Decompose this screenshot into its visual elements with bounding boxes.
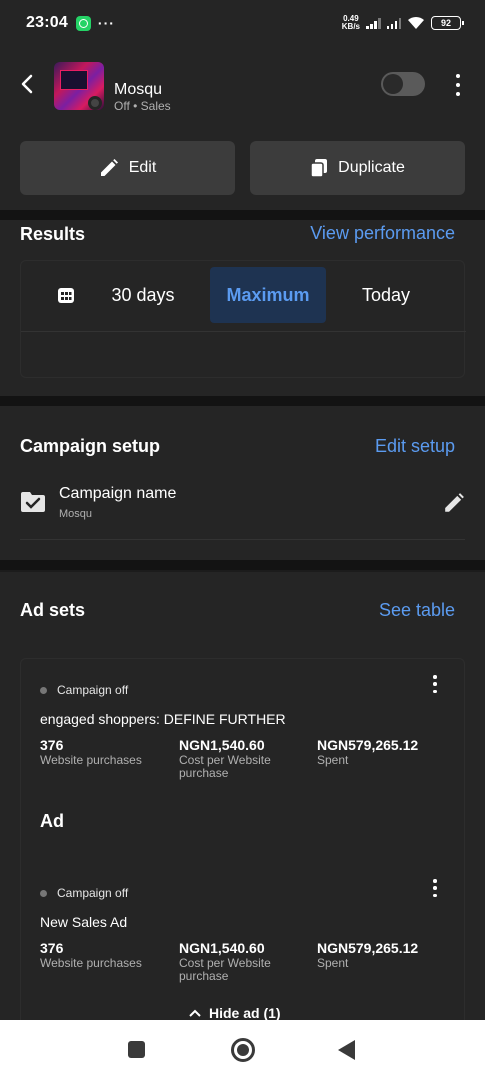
edit-label: Edit: [128, 159, 157, 176]
more-vertical-icon[interactable]: [429, 879, 441, 897]
campaign-name-value: Mosqu: [59, 508, 93, 520]
more-vertical-icon[interactable]: [448, 72, 468, 98]
signal-2-icon: [386, 17, 401, 29]
metric-spent: NGN579,265.12 Spent: [317, 940, 457, 970]
pencil-icon[interactable]: [443, 492, 465, 514]
ad-sets-title: Ad sets: [20, 600, 86, 620]
edit-setup-link[interactable]: Edit setup: [375, 436, 455, 457]
ad-set-status-text: Campaign off: [57, 683, 129, 697]
ad-status-text: Campaign off: [57, 886, 129, 900]
back-arrow-icon[interactable]: [16, 72, 40, 96]
see-table-link[interactable]: See table: [379, 600, 455, 621]
system-nav-bar: [0, 1020, 485, 1080]
metric-value: NGN1,540.60: [179, 940, 265, 956]
metric-value: NGN1,540.60: [179, 737, 265, 753]
campaign-title: Mosqu: [114, 81, 163, 98]
calendar-icon[interactable]: [51, 267, 81, 323]
status-dot-icon: [40, 889, 47, 897]
more-vertical-icon[interactable]: [429, 675, 441, 693]
metric-value: NGN579,265.12: [317, 737, 419, 753]
ad-heading: Ad: [40, 811, 64, 831]
results-section: Results View performance 30 days Maximum…: [0, 220, 485, 396]
edit-button[interactable]: Edit: [20, 141, 235, 195]
duplicate-button[interactable]: Duplicate: [250, 141, 465, 195]
metric-cost-per-purchase: NGN1,540.60 Cost per Website purchase: [179, 737, 319, 780]
tab-30-days[interactable]: 30 days: [103, 267, 183, 323]
metric-value: NGN579,265.12: [317, 940, 419, 956]
ad-set-card[interactable]: Campaign off engaged shoppers: DEFINE FU…: [20, 658, 465, 1038]
setup-divider: [20, 539, 465, 540]
view-performance-link[interactable]: View performance: [310, 223, 455, 244]
date-range-tabs: 30 days Maximum Today: [21, 267, 466, 323]
metric-label: Cost per Website purchase: [179, 753, 271, 780]
section-divider: [0, 396, 485, 406]
hide-ad-label: Hide ad (1): [209, 1005, 281, 1021]
metric-value: 376: [40, 737, 64, 753]
chevron-up-icon: [189, 1009, 201, 1017]
status-dot-icon: [40, 686, 47, 694]
recent-apps-icon[interactable]: [128, 1041, 145, 1058]
metric-label: Spent: [317, 956, 349, 970]
action-row: Edit Duplicate: [0, 130, 485, 214]
ad-set-name: engaged shoppers: DEFINE FURTHER: [40, 711, 286, 727]
ad-sets-section: Ad sets See table Campaign off engaged s…: [0, 572, 485, 1038]
signal-icon: [366, 17, 381, 29]
metric-label: Website purchases: [40, 956, 142, 970]
status-bar: 23:04 ··· 0.49 KB/s 92: [0, 0, 485, 46]
metric-purchases: 376 Website purchases: [40, 737, 180, 767]
back-icon[interactable]: [338, 1040, 355, 1060]
campaign-subtitle: Off • Sales: [114, 99, 171, 113]
battery-icon: 92: [431, 16, 464, 30]
results-title: Results: [20, 224, 86, 244]
folder-check-icon: [21, 492, 45, 512]
campaign-name-label: Campaign name: [59, 485, 177, 502]
network-speed-unit: KB/s: [341, 22, 360, 31]
results-card: 30 days Maximum Today: [20, 260, 466, 378]
section-divider: [0, 560, 485, 570]
metric-value: 376: [40, 940, 64, 956]
metric-spent: NGN579,265.12 Spent: [317, 737, 457, 767]
metric-purchases: 376 Website purchases: [40, 940, 180, 970]
metric-label: Cost per Website purchase: [179, 956, 271, 983]
campaign-setup-section: Campaign setup Edit setup Campaign name …: [0, 406, 485, 560]
tab-maximum[interactable]: Maximum: [210, 267, 326, 323]
edit-pencil-icon: [100, 159, 118, 176]
results-divider: [21, 331, 466, 332]
home-icon[interactable]: [231, 1038, 255, 1062]
metric-label: Website purchases: [40, 753, 142, 767]
duplicate-icon: [310, 159, 328, 178]
network-speed: 0.49 KB/s: [342, 15, 360, 31]
metric-cost-per-purchase: NGN1,540.60 Cost per Website purchase: [179, 940, 319, 983]
status-dot-icon: [88, 96, 102, 110]
status-time: 23:04: [26, 14, 68, 31]
wifi-icon: [408, 16, 424, 29]
section-divider: [0, 210, 485, 220]
campaign-setup-title: Campaign setup: [20, 436, 161, 456]
ad-name: New Sales Ad: [40, 914, 128, 930]
more-notifications-icon: ···: [97, 15, 115, 31]
ad-status: Campaign off: [40, 886, 128, 900]
whatsapp-icon: [75, 15, 91, 31]
duplicate-label: Duplicate: [338, 159, 405, 176]
ad-set-status: Campaign off: [40, 683, 128, 697]
tab-today[interactable]: Today: [346, 267, 426, 323]
metric-label: Spent: [317, 753, 349, 767]
hide-ad-button[interactable]: Hide ad (1): [189, 1005, 281, 1021]
campaign-toggle[interactable]: [381, 72, 425, 96]
campaign-header: Mosqu Off • Sales: [0, 46, 485, 130]
